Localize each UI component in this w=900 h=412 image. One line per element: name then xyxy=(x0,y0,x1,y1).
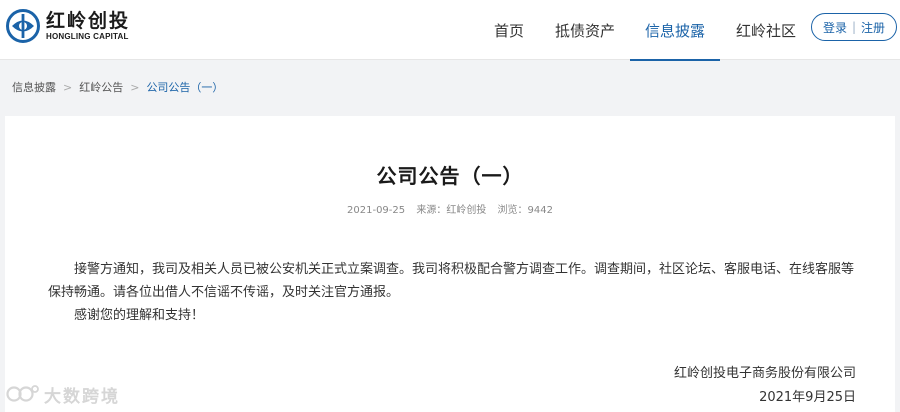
article-paragraph: 接警方通知，我司及相关人员已被公安机关正式立案调查。我司将积极配合警方调查工作。… xyxy=(48,262,855,300)
signature-company: 红岭创投电子商务股份有限公司 xyxy=(673,366,856,381)
signature-date: 2021年9月25日 xyxy=(759,390,856,405)
article-source: 来源：红岭创投 xyxy=(416,205,487,216)
breadcrumb-item-current: 公司公告（一） xyxy=(146,81,224,94)
watermark-logo-icon xyxy=(6,385,39,402)
auth-separator: | xyxy=(851,20,857,34)
nav-item-assets[interactable]: 抵债资产 xyxy=(548,0,622,60)
nav-active-indicator xyxy=(630,59,720,61)
article-meta: 2021-09-25 来源：红岭创投 浏览：9442 xyxy=(0,201,900,216)
breadcrumb-separator-icon: > xyxy=(130,80,140,94)
brand-name-en: HONGLING CAPITAL xyxy=(46,31,129,41)
register-link[interactable]: 注册 xyxy=(861,19,885,36)
article-date: 2021-09-25 xyxy=(347,205,406,216)
article-views: 浏览：9442 xyxy=(497,205,553,216)
site-logo[interactable]: 红岭创投 HONGLING CAPITAL xyxy=(6,9,130,43)
breadcrumb-item-announcements[interactable]: 红岭公告 xyxy=(79,79,123,95)
breadcrumb: 信息披露 > 红岭公告 > 公司公告（一） xyxy=(12,79,223,95)
brand-name-cn: 红岭创投 xyxy=(46,9,131,32)
article-body: 接警方通知，我司及相关人员已被公安机关正式立案调查。我司将积极配合警方调查工作。… xyxy=(48,258,866,327)
watermark: 大数跨境 xyxy=(6,381,120,407)
hongling-logo-icon xyxy=(6,9,40,43)
nav-item-disclosure[interactable]: 信息披露 xyxy=(630,0,720,61)
breadcrumb-separator-icon: > xyxy=(63,80,73,94)
site-header: 红岭创投 HONGLING CAPITAL 首页 抵债资产 信息披露 红岭社区 … xyxy=(0,0,900,61)
breadcrumb-item-disclosure[interactable]: 信息披露 xyxy=(12,79,56,95)
watermark-text: 大数跨境 xyxy=(44,386,120,407)
article-title: 公司公告（一） xyxy=(376,164,524,188)
nav-item-home[interactable]: 首页 xyxy=(489,0,529,60)
login-link[interactable]: 登录 xyxy=(823,19,847,36)
article-signature: 红岭创投电子商务股份有限公司 2021年9月25日 xyxy=(674,362,856,410)
auth-pill: 登录 | 注册 xyxy=(811,13,897,41)
nav-item-community[interactable]: 红岭社区 xyxy=(729,0,803,60)
article-paragraph: 感谢您的理解和支持！ xyxy=(74,308,205,323)
